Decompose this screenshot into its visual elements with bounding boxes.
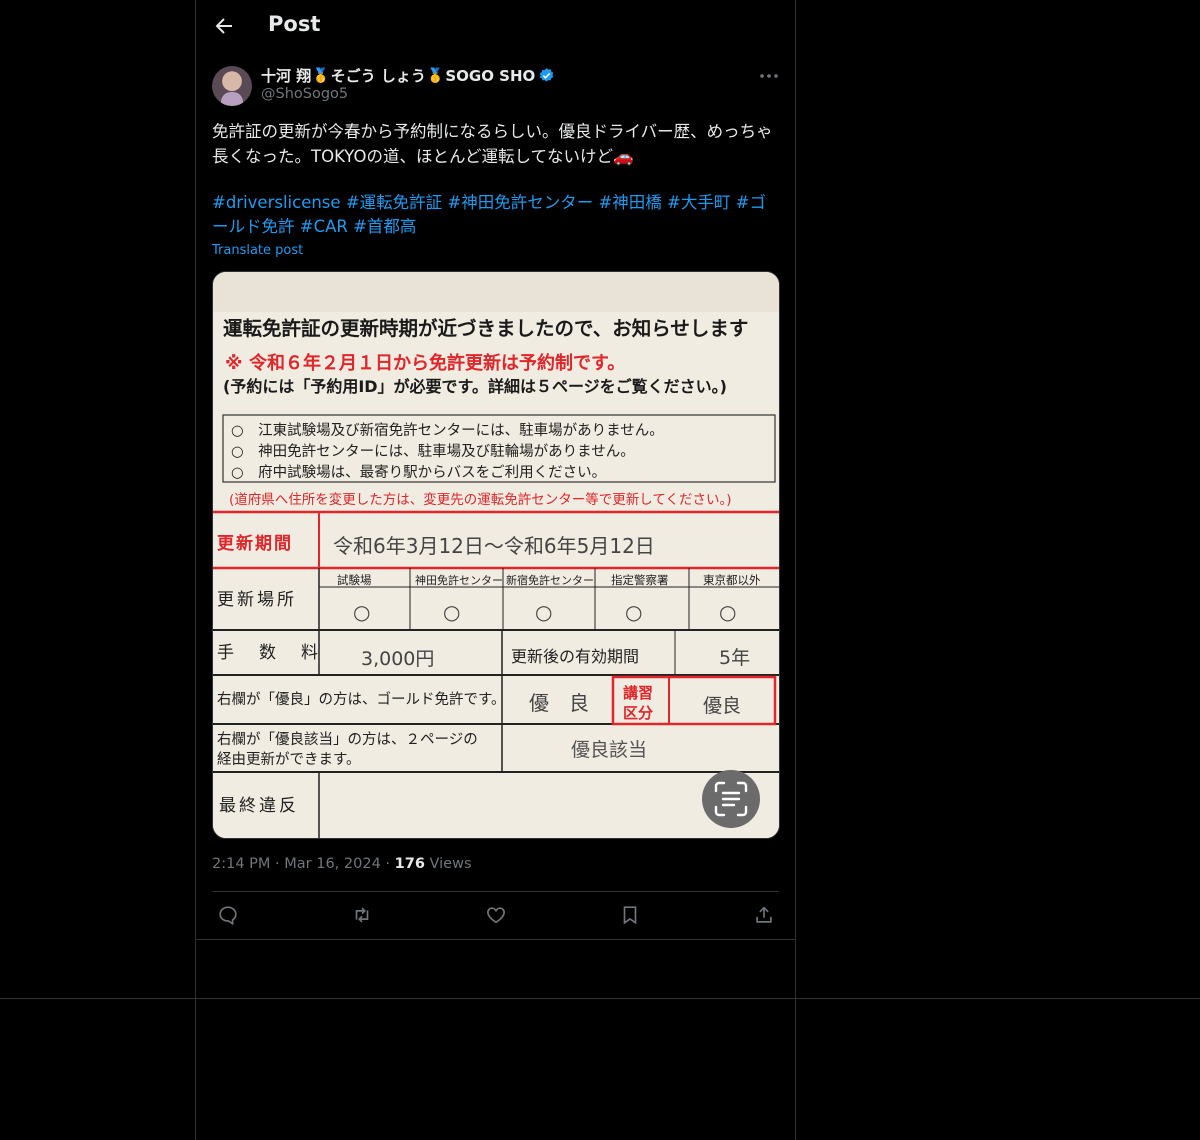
place-col-4: 指定警察署 xyxy=(611,573,669,587)
place-col-5: 東京都以外 xyxy=(703,573,761,587)
hashtag-link[interactable]: #運転免許証 xyxy=(346,193,442,212)
valid-label: 更新後の有効期間 xyxy=(511,647,639,666)
post-time[interactable]: 2:14 PM xyxy=(212,856,270,872)
post-column: Post 十河 翔 🥇 そごう しょう 🥇 SOGO SHO @ShoSogo5… xyxy=(195,0,796,1140)
notice-heading: 運転免許証の更新時期が近づきましたので、お知らせします xyxy=(223,317,748,340)
route-label-1: 右欄が「優良該当」の方は、２ページの xyxy=(217,731,478,748)
back-arrow-icon[interactable] xyxy=(212,14,236,38)
hashtag-link[interactable]: #首都高 xyxy=(353,217,416,236)
place-col-1: 試験場 xyxy=(337,573,372,587)
text-scan-icon xyxy=(714,781,748,817)
meta-separator: · xyxy=(275,856,280,872)
visual-search-button[interactable] xyxy=(702,770,760,828)
hashtag-link[interactable]: #大手町 xyxy=(667,193,730,212)
views-label: Views xyxy=(429,856,472,872)
like-icon[interactable] xyxy=(485,904,507,926)
divider xyxy=(0,998,1200,999)
medal-emoji: 🥇 xyxy=(426,67,445,84)
period-value: 令和6年3月12日～令和6年5月12日 xyxy=(333,534,655,558)
fee-value: 3,000円 xyxy=(361,648,434,670)
post-header: Post xyxy=(196,0,795,54)
share-icon[interactable] xyxy=(753,904,775,926)
divider xyxy=(196,939,795,940)
verified-badge-icon[interactable] xyxy=(538,67,555,84)
post-date[interactable]: Mar 16, 2024 xyxy=(284,856,381,872)
meta-separator: · xyxy=(385,856,391,872)
hashtag-link[interactable]: #神田免許センター xyxy=(447,193,593,212)
place-mark-4: ○ xyxy=(625,600,642,624)
reservation-notice-sub: (予約には「予約用ID」が必要です。詳細は５ページをご覧ください。) xyxy=(223,377,727,396)
license-notice-photo: 運転免許証の更新時期が近づきましたので、お知らせします ※ 令和６年２月１日から… xyxy=(213,272,779,838)
bookmark-icon[interactable] xyxy=(619,904,641,926)
place-col-3: 新宿免許センター xyxy=(506,573,594,587)
lecture-label-2: 区分 xyxy=(623,704,653,722)
post-meta: 2:14 PM · Mar 16, 2024 · 176 Views xyxy=(212,856,472,872)
place-label: 更新場所 xyxy=(217,590,297,610)
period-label: 更新期間 xyxy=(217,533,293,554)
lecture-label-1: 講習 xyxy=(623,684,653,702)
place-mark-1: ○ xyxy=(353,600,370,624)
views-count: 176 xyxy=(394,856,425,872)
post-hashtags: #driverslicense #運転免許証 #神田免許センター #神田橋 #大… xyxy=(212,191,782,239)
bullet-2: ○ 神田免許センターには、駐車場及び駐輪場がありません。 xyxy=(231,443,635,460)
bullet-1: ○ 江東試験場及び新宿免許センターには、駐車場がありません。 xyxy=(231,422,664,439)
gold-license-value: 優 良 xyxy=(529,691,589,715)
gold-license-label: 右欄が「優良」の方は、ゴールド免許です。 xyxy=(217,690,506,708)
hashtag-link[interactable]: #driverslicense xyxy=(212,193,341,212)
lecture-value: 優良 xyxy=(703,695,741,717)
place-col-2: 神田免許センター xyxy=(415,573,503,587)
more-options-icon[interactable] xyxy=(759,72,779,80)
hashtag-link[interactable]: #神田橋 xyxy=(598,193,661,212)
reply-icon[interactable] xyxy=(217,904,239,926)
address-change-note: (道府県へ住所を変更した方は、変更先の運転免許センター等で更新してください。) xyxy=(229,491,731,508)
place-mark-2: ○ xyxy=(443,600,460,624)
fee-label: 手 数 料 xyxy=(217,643,322,663)
author-handle[interactable]: @ShoSogo5 xyxy=(261,86,348,102)
author-name[interactable]: 十河 翔 🥇 そごう しょう 🥇 SOGO SHO xyxy=(261,65,555,86)
page-title: Post xyxy=(268,12,321,36)
valid-value: 5年 xyxy=(719,647,750,669)
place-mark-3: ○ xyxy=(535,600,552,624)
reservation-notice: 令和６年２月１日から免許更新は予約制です。 xyxy=(248,352,625,374)
author-name-part-3: SOGO SHO xyxy=(445,66,536,85)
bullet-3: ○ 府中試験場は、最寄り駅からバスをご利用ください。 xyxy=(231,463,606,481)
post-image[interactable]: 運転免許証の更新時期が近づきましたので、お知らせします ※ 令和６年２月１日から… xyxy=(212,271,780,839)
translate-post-link[interactable]: Translate post xyxy=(212,243,303,258)
divider xyxy=(212,891,779,892)
author-name-part-2: そごう しょう xyxy=(330,67,426,85)
post-text: 免許証の更新が今春から予約制になるらしい。優良ドライバー歴、めっちゃ長くなった。… xyxy=(212,122,773,166)
route-value: 優良該当 xyxy=(571,739,647,761)
notice-mark: ※ xyxy=(225,353,243,374)
violation-label: 最終違反 xyxy=(219,796,299,816)
author-name-part-1: 十河 翔 xyxy=(261,67,312,85)
place-mark-5: ○ xyxy=(719,600,736,624)
route-label-2: 経由更新ができます。 xyxy=(217,751,361,768)
repost-icon[interactable] xyxy=(351,904,373,926)
hashtag-link[interactable]: #CAR xyxy=(300,217,348,236)
avatar[interactable] xyxy=(212,66,252,106)
medal-emoji: 🥇 xyxy=(312,67,330,84)
